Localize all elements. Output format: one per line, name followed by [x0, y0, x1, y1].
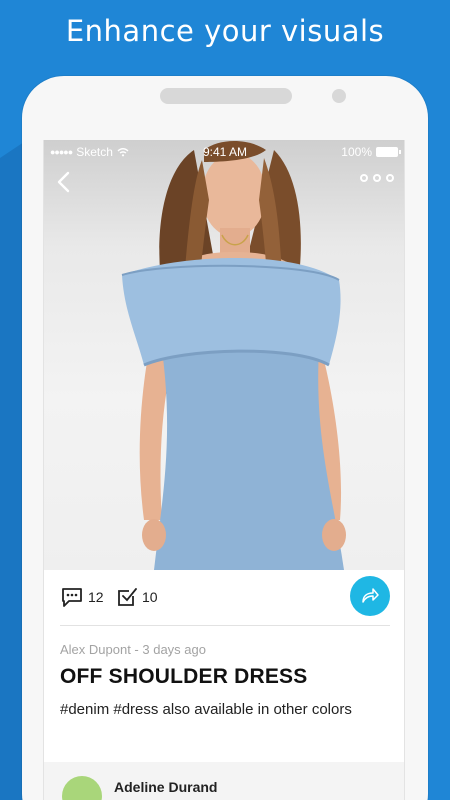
more-dot-icon: [386, 174, 394, 182]
divider: [60, 625, 390, 626]
post-meta-text: Alex Dupont - 3 days ago: [60, 642, 206, 657]
share-arrow-icon: [362, 588, 379, 603]
avatar: [62, 776, 102, 800]
comments-action[interactable]: 12: [60, 586, 104, 608]
comment-preview[interactable]: Adeline Durand: [44, 762, 404, 800]
more-dot-icon: [360, 174, 368, 182]
comment-bubble-icon: [62, 588, 82, 607]
app-screen: ●●●●● Sketch 9:41 AM 100% 12 10 Alex Dup…: [43, 140, 405, 800]
checks-action[interactable]: 10: [116, 586, 158, 608]
checks-count: 10: [142, 589, 158, 605]
back-button[interactable]: [52, 168, 78, 196]
more-dot-icon: [373, 174, 381, 182]
promo-headline: Enhance your visuals: [65, 14, 385, 48]
post-photo[interactable]: ●●●●● Sketch 9:41 AM 100%: [44, 140, 404, 570]
commenter-name: Adeline Durand: [114, 779, 218, 795]
dress-model-illustration: [121, 141, 346, 570]
phone-camera: [332, 89, 346, 103]
share-button[interactable]: [350, 576, 390, 616]
post-meta: Alex Dupont - 3 days ago: [60, 642, 206, 657]
battery-icon: [376, 147, 401, 157]
phone-speaker: [160, 88, 292, 104]
status-battery-group: 100%: [341, 145, 401, 159]
post-description: #denim #dress also available in other co…: [60, 701, 352, 718]
post-title: OFF SHOULDER DRESS: [60, 665, 308, 688]
more-options-button[interactable]: [360, 174, 394, 182]
status-bar: ●●●●● Sketch 9:41 AM 100%: [44, 140, 404, 162]
checkbox-check-icon: [118, 588, 137, 606]
battery-percent: 100%: [341, 145, 372, 159]
comments-count: 12: [88, 589, 104, 605]
chevron-left-icon: [57, 171, 70, 193]
